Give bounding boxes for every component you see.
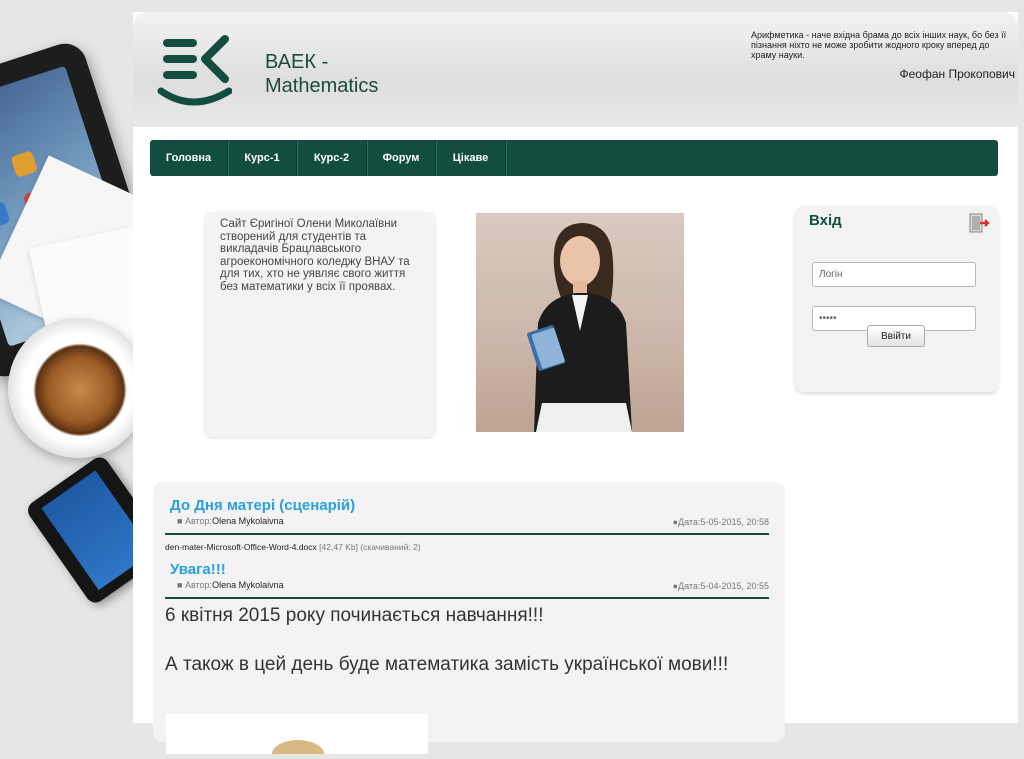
site-title[interactable]: ВАЕК - Mathematics bbox=[265, 50, 425, 98]
nav-item-forum[interactable]: Форум bbox=[367, 140, 436, 176]
app-icon bbox=[0, 201, 11, 229]
author-label: Автор: bbox=[184, 516, 213, 526]
login-title: Вхід bbox=[809, 212, 842, 229]
post-divider bbox=[165, 533, 769, 535]
author-name[interactable]: Olena Mykolaivna bbox=[212, 516, 284, 526]
login-door-icon bbox=[969, 213, 990, 233]
header-quote: Арифметика - наче вхідна брама до всіх і… bbox=[751, 30, 1007, 60]
post-date-text: Дата:5-05-2015, 20:58 bbox=[678, 517, 769, 527]
header: ВАЕК - Mathematics Арифметика - наче вхі… bbox=[133, 12, 1018, 127]
author-label: Автор: bbox=[184, 580, 213, 590]
post-author: ■ Автор:Olena Mykolaivna bbox=[177, 516, 284, 526]
person-illustration bbox=[527, 223, 632, 432]
post-title[interactable]: До Дня матері (сценарій) bbox=[170, 497, 355, 514]
login-input[interactable] bbox=[812, 262, 976, 287]
login-panel: Вхід Ввійти bbox=[795, 206, 998, 392]
post-date: ●Дата:5-04-2015, 20:55 bbox=[673, 581, 769, 591]
attachment-link[interactable]: den-mater-Microsoft-Office-Word-4.docx bbox=[165, 542, 317, 552]
intro-text: Сайт Єригіної Олени Миколаївни створений… bbox=[220, 218, 410, 293]
attachment: den-mater-Microsoft-Office-Word-4.docx [… bbox=[165, 542, 421, 552]
login-submit-button[interactable]: Ввійти bbox=[867, 325, 925, 347]
post-date: ●Дата:5-05-2015, 20:58 bbox=[673, 517, 769, 527]
post-body-text: А також в цей день буде математика заміс… bbox=[165, 654, 729, 675]
author-photo bbox=[476, 213, 684, 432]
coffee-cup-decoration bbox=[30, 340, 130, 440]
nav-item-interesting[interactable]: Цікаве bbox=[436, 140, 506, 176]
post-title[interactable]: Увага!!! bbox=[170, 561, 226, 578]
nav-item-course-2[interactable]: Курс-2 bbox=[297, 140, 367, 176]
page-container: ВАЕК - Mathematics Арифметика - наче вхі… bbox=[133, 12, 1018, 759]
intro-panel: Сайт Єригіної Олени Миколаївни створений… bbox=[205, 212, 435, 437]
nav-item-home[interactable]: Головна bbox=[150, 140, 228, 176]
post-divider bbox=[165, 597, 769, 599]
main-navigation: Головна Курс-1 Курс-2 Форум Цікаве bbox=[150, 140, 998, 176]
post-body-text: 6 квітня 2015 року починається навчання!… bbox=[165, 605, 544, 626]
author-name[interactable]: Olena Mykolaivna bbox=[212, 580, 284, 590]
site-logo-icon[interactable] bbox=[137, 27, 232, 117]
nav-item-course-1[interactable]: Курс-1 bbox=[228, 140, 297, 176]
attachment-info: [42,47 Kb] (скачиваний: 2) bbox=[319, 542, 421, 552]
post-author: ■ Автор:Olena Mykolaivna bbox=[177, 580, 284, 590]
author-icon: ■ bbox=[177, 580, 185, 590]
news-section: До Дня матері (сценарій) ■ Автор:Olena M… bbox=[153, 482, 785, 759]
post-image-graphic bbox=[272, 740, 324, 759]
post-image bbox=[166, 714, 428, 759]
quote-author: Феофан Прокопович bbox=[899, 67, 1015, 81]
post-date-text: Дата:5-04-2015, 20:55 bbox=[678, 581, 769, 591]
author-icon: ■ bbox=[177, 516, 185, 526]
app-icon bbox=[10, 150, 39, 178]
